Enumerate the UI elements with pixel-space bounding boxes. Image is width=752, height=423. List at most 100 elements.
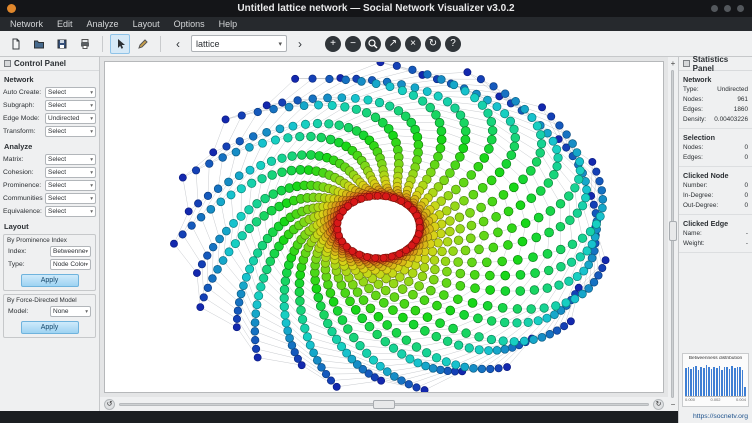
graph-node[interactable] — [466, 234, 475, 243]
graph-node[interactable] — [556, 245, 565, 254]
graph-node[interactable] — [327, 377, 334, 384]
graph-node[interactable] — [461, 87, 469, 95]
graph-node[interactable] — [595, 272, 603, 280]
graph-node[interactable] — [365, 322, 374, 331]
graph-node[interactable] — [296, 270, 305, 279]
graph-node[interactable] — [398, 86, 406, 94]
graph-node[interactable] — [556, 199, 565, 208]
graph-node[interactable] — [480, 153, 489, 162]
graph-node[interactable] — [408, 290, 417, 299]
graph-node[interactable] — [442, 278, 451, 287]
graph-node[interactable] — [251, 327, 259, 335]
graph-node[interactable] — [437, 229, 446, 238]
previous-relation-button[interactable]: ‹ — [168, 34, 188, 54]
graph-node[interactable] — [504, 207, 513, 216]
graph-node[interactable] — [455, 152, 464, 161]
graph-node[interactable] — [251, 319, 259, 327]
graph-node[interactable] — [388, 253, 395, 260]
graph-node[interactable] — [461, 135, 470, 144]
graph-node[interactable] — [236, 137, 244, 145]
graph-node[interactable] — [492, 212, 501, 221]
graph-node[interactable] — [366, 304, 375, 313]
graph-node[interactable] — [396, 250, 403, 257]
graph-node[interactable] — [267, 157, 276, 166]
graph-node[interactable] — [193, 269, 200, 276]
graph-node[interactable] — [409, 320, 418, 329]
graph-node[interactable] — [404, 277, 413, 286]
graph-node[interactable] — [369, 356, 377, 364]
graph-node[interactable] — [582, 186, 590, 194]
graph-node[interactable] — [325, 120, 334, 129]
pointer-tool-button[interactable] — [110, 34, 130, 54]
graph-node[interactable] — [426, 286, 435, 295]
graph-node[interactable] — [337, 342, 345, 350]
graph-node[interactable] — [487, 135, 496, 144]
graph-node[interactable] — [456, 269, 465, 278]
graph-node[interactable] — [282, 268, 291, 277]
graph-node[interactable] — [237, 212, 245, 220]
graph-node[interactable] — [469, 364, 477, 372]
save-network-button[interactable] — [52, 34, 72, 54]
graph-node[interactable] — [437, 366, 445, 374]
graph-node[interactable] — [214, 265, 222, 273]
add-edge-button[interactable]: ↗ — [385, 36, 401, 52]
graph-node[interactable] — [188, 222, 196, 230]
graph-node[interactable] — [205, 160, 213, 168]
graph-node[interactable] — [296, 297, 305, 306]
graph-node[interactable] — [507, 151, 516, 160]
graph-node[interactable] — [411, 306, 420, 315]
graph-node[interactable] — [298, 362, 305, 369]
graph-node[interactable] — [449, 324, 458, 333]
close-button[interactable] — [737, 5, 744, 12]
graph-node[interactable] — [415, 282, 424, 291]
graph-node[interactable] — [474, 162, 483, 171]
graph-node[interactable] — [374, 312, 383, 321]
graph-node[interactable] — [596, 212, 604, 220]
graph-node[interactable] — [468, 298, 477, 307]
graph-node[interactable] — [332, 335, 341, 344]
graph-node[interactable] — [262, 265, 271, 274]
graph-node[interactable] — [359, 296, 368, 305]
graph-node[interactable] — [546, 207, 555, 216]
graph-node[interactable] — [382, 193, 389, 200]
graph-node[interactable] — [268, 171, 277, 180]
apply-button[interactable]: Apply — [21, 321, 79, 334]
graph-node[interactable] — [578, 201, 587, 210]
graph-node[interactable] — [235, 298, 243, 306]
open-network-button[interactable] — [29, 34, 49, 54]
graph-node[interactable] — [225, 248, 233, 256]
graph-node[interactable] — [563, 131, 571, 139]
graph-node[interactable] — [428, 247, 437, 256]
graph-node[interactable] — [495, 168, 504, 177]
new-network-button[interactable] — [6, 34, 26, 54]
graph-node[interactable] — [301, 120, 309, 128]
graph-node[interactable] — [426, 103, 435, 112]
graph-node[interactable] — [295, 288, 304, 297]
graph-node[interactable] — [465, 344, 474, 353]
graph-node[interactable] — [598, 187, 606, 195]
graph-node[interactable] — [529, 253, 538, 262]
graph-node[interactable] — [252, 310, 260, 318]
graph-node[interactable] — [288, 342, 296, 350]
graph-node[interactable] — [599, 195, 607, 203]
graph-node[interactable] — [225, 178, 233, 186]
graph-node[interactable] — [323, 319, 332, 328]
graph-node[interactable] — [432, 111, 441, 120]
graph-node[interactable] — [480, 231, 489, 240]
graph-node[interactable] — [301, 324, 310, 333]
graph-node[interactable] — [430, 256, 439, 265]
graph-node[interactable] — [453, 295, 462, 304]
graph-node[interactable] — [227, 191, 235, 199]
graph-node[interactable] — [322, 370, 330, 378]
graph-node[interactable] — [478, 101, 487, 110]
graph-node[interactable] — [533, 122, 541, 130]
graph-node[interactable] — [520, 337, 528, 345]
network-visualization[interactable] — [104, 61, 664, 393]
graph-node[interactable] — [179, 231, 186, 238]
graph-node[interactable] — [566, 216, 575, 225]
find-node-button[interactable] — [365, 36, 381, 52]
graph-node[interactable] — [364, 253, 371, 260]
graph-node[interactable] — [406, 355, 414, 363]
graph-node[interactable] — [532, 158, 541, 167]
graph-node[interactable] — [602, 257, 609, 264]
